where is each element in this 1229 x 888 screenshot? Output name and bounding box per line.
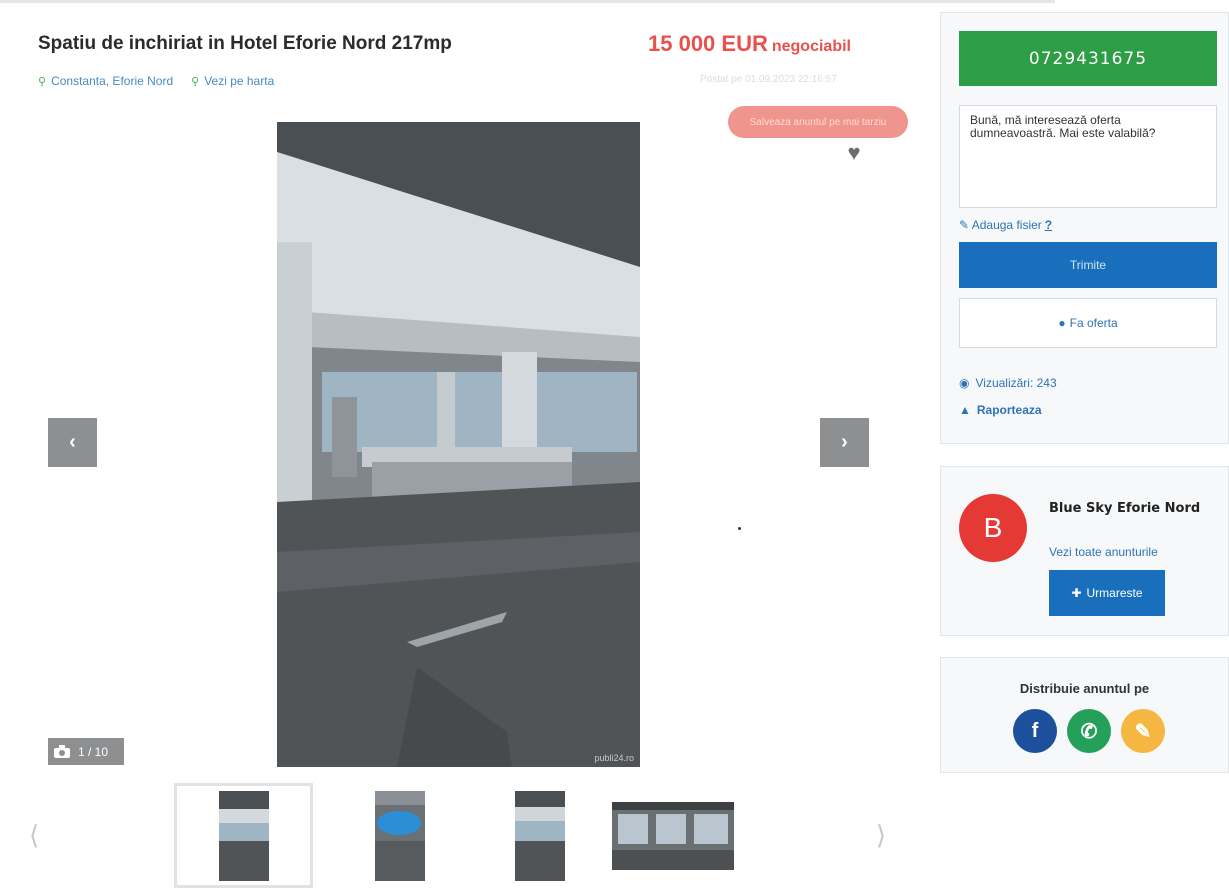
seller-all-ads-link[interactable]: Vezi toate anunturile bbox=[1049, 545, 1158, 559]
share-title: Distribuie anuntul pe bbox=[1019, 681, 1150, 696]
seller-panel: B Blue Sky Eforie Nord Vezi toate anuntu… bbox=[940, 466, 1229, 636]
send-button[interactable]: Trimite bbox=[959, 242, 1217, 288]
report-link[interactable]: ▲ Raporteaza bbox=[959, 403, 1042, 417]
make-offer-label: Fa oferta bbox=[1069, 316, 1118, 330]
heart-icon[interactable]: ♥ bbox=[843, 142, 865, 164]
tag-icon: ● bbox=[1058, 316, 1066, 330]
location-text: Constanta, Eforie Nord bbox=[51, 74, 174, 88]
whatsapp-icon: ✆ bbox=[1080, 720, 1098, 743]
contact-panel: 0729431675 Bună, mă interesează oferta d… bbox=[940, 12, 1229, 444]
posted-date: Postat pe 01.09.2023 22:16:57 bbox=[700, 74, 837, 85]
map-link-text: Vezi pe harta bbox=[204, 74, 275, 88]
facebook-share-button[interactable]: f bbox=[1013, 709, 1057, 753]
share-panel: Distribuie anuntul pe f ✆ ✎ bbox=[940, 657, 1229, 773]
chevron-right-icon: › bbox=[841, 431, 848, 453]
stray-dot bbox=[738, 527, 741, 530]
photo-counter-text: 1 / 10 bbox=[78, 744, 109, 759]
share-buttons: f ✆ ✎ bbox=[1013, 709, 1165, 753]
phone-button[interactable]: 0729431675 bbox=[959, 31, 1217, 86]
thumbnail-image bbox=[375, 790, 425, 881]
copy-link-button[interactable]: ✎ bbox=[1121, 709, 1165, 753]
attach-file-link[interactable]: ✎ Adauga fisier? bbox=[959, 218, 1052, 232]
listing-price: 15 000 EUR negociabil bbox=[648, 31, 851, 57]
price-negotiable: negociabil bbox=[771, 38, 851, 55]
listing-title: Spatiu de inchiriat in Hotel Eforie Nord… bbox=[38, 33, 452, 54]
camera-icon bbox=[54, 745, 70, 758]
photo-watermark: publi24.ro bbox=[594, 753, 634, 763]
chevron-left-icon: ‹ bbox=[69, 431, 76, 453]
thumbnail-4[interactable] bbox=[612, 783, 734, 888]
photo-counter: 1 / 10 bbox=[48, 738, 124, 765]
seller-avatar: B bbox=[959, 494, 1027, 562]
thumbnails-next-button[interactable]: ⟩ bbox=[876, 820, 886, 851]
thumbnail-image bbox=[515, 790, 565, 881]
add-user-icon: ✚ bbox=[1071, 586, 1082, 600]
main-photo[interactable]: publi24.ro bbox=[277, 122, 640, 767]
warning-icon: ▲ bbox=[959, 403, 971, 417]
save-for-later-button[interactable]: Salveaza anuntul pe mai tarziu bbox=[728, 106, 908, 138]
report-label: Raporteaza bbox=[976, 403, 1042, 417]
attach-file-label: Adauga fisier bbox=[971, 218, 1042, 232]
attach-help-link[interactable]: ? bbox=[1045, 218, 1052, 232]
thumbnail-3[interactable] bbox=[480, 783, 600, 888]
thumbnails-prev-button[interactable]: ⟨ bbox=[29, 820, 39, 851]
link-icon: ✎ bbox=[1134, 720, 1152, 743]
make-offer-button[interactable]: ● Fa oferta bbox=[959, 298, 1217, 348]
location-row: ⚲ Constanta, Eforie Nord ⚲ Vezi pe harta bbox=[38, 74, 274, 88]
follow-button[interactable]: ✚ Urmareste bbox=[1049, 570, 1165, 616]
eye-icon: ◉ bbox=[959, 376, 970, 390]
paperclip-icon: ✎ bbox=[959, 218, 970, 232]
views-text: Vizualizări: 243 bbox=[975, 376, 1057, 390]
next-photo-button[interactable]: › bbox=[820, 418, 869, 467]
listing-page: Spatiu de inchiriat in Hotel Eforie Nord… bbox=[0, 0, 1229, 888]
thumbnail-image bbox=[612, 801, 734, 870]
map-pin-icon: ⚲ bbox=[191, 76, 200, 88]
thumbnail-image bbox=[218, 790, 269, 881]
thumbnail-2[interactable] bbox=[330, 783, 470, 888]
seller-name[interactable]: Blue Sky Eforie Nord bbox=[1049, 501, 1200, 516]
price-value: 15 000 EUR bbox=[648, 31, 768, 56]
top-divider bbox=[0, 0, 1055, 3]
message-field[interactable]: Bună, mă interesează oferta dumneavoastr… bbox=[959, 105, 1217, 208]
map-link[interactable]: ⚲ Vezi pe harta bbox=[191, 74, 274, 88]
facebook-icon: f bbox=[1031, 719, 1039, 742]
thumbnail-1[interactable] bbox=[174, 783, 313, 888]
follow-label: Urmareste bbox=[1086, 586, 1143, 600]
whatsapp-share-button[interactable]: ✆ bbox=[1067, 709, 1111, 753]
location-link[interactable]: ⚲ Constanta, Eforie Nord bbox=[38, 74, 173, 88]
map-pin-icon: ⚲ bbox=[38, 76, 47, 88]
photo-illustration bbox=[277, 122, 640, 767]
views-count: ◉ Vizualizări: 243 bbox=[959, 376, 1057, 390]
prev-photo-button[interactable]: ‹ bbox=[48, 418, 97, 467]
